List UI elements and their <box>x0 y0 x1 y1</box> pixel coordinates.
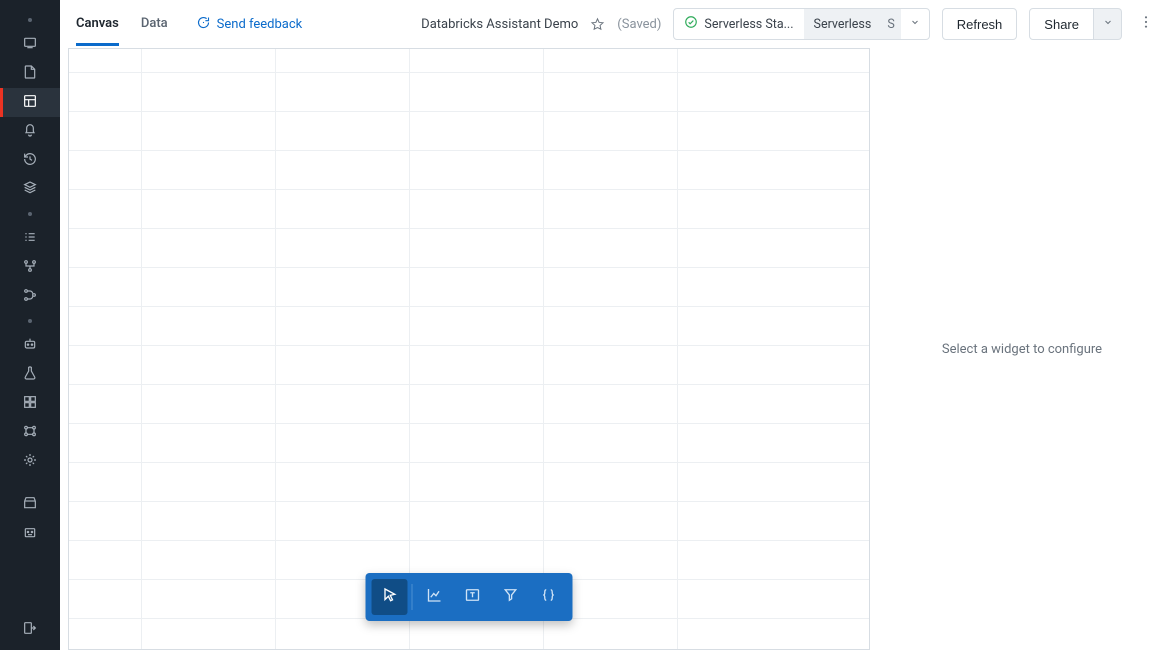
cursor-tool-button[interactable] <box>372 579 408 615</box>
filter-tool-button[interactable] <box>493 579 529 615</box>
send-feedback-label: Send feedback <box>217 17 303 32</box>
refresh-button[interactable]: Refresh <box>942 8 1018 40</box>
features-icon <box>22 423 38 443</box>
sidebar-item-serving[interactable] <box>0 447 60 476</box>
share-button[interactable]: Share <box>1029 8 1094 40</box>
widget-config-panel: Select a widget to configure <box>870 48 1174 650</box>
pipelines-icon <box>22 287 38 307</box>
logout-icon <box>22 620 38 640</box>
sidebar-item-models[interactable] <box>0 389 60 418</box>
param-tool-icon <box>540 586 558 608</box>
tab-canvas[interactable]: Canvas <box>76 2 119 46</box>
more-menu-button[interactable] <box>1134 14 1158 34</box>
kebab-icon <box>1138 14 1154 34</box>
dashboard-canvas[interactable] <box>68 48 870 650</box>
dashboard-icon <box>22 93 38 113</box>
sidebar-item-experiment[interactable] <box>0 360 60 389</box>
sidebar-item-partner[interactable] <box>0 519 60 548</box>
sidebar-item-repo[interactable] <box>0 59 60 88</box>
filter-tool-icon <box>502 586 520 608</box>
sidebar-item-workspace[interactable] <box>0 30 60 59</box>
sidebar-item-workflows[interactable] <box>0 253 60 282</box>
compute-status-label: Serverless Sta... <box>704 17 793 32</box>
saved-status: (Saved) <box>617 17 661 32</box>
sidebar-item-features[interactable] <box>0 418 60 447</box>
compute-dropdown-caret[interactable] <box>901 9 929 39</box>
sidebar-item-history[interactable] <box>0 146 60 175</box>
compute-size-badge: S <box>881 9 900 39</box>
workspace-icon <box>22 35 38 55</box>
marketplace-icon <box>22 495 38 515</box>
models-icon <box>22 394 38 414</box>
history-icon <box>22 151 38 171</box>
sidebar-separator <box>28 212 32 216</box>
text-tool-button[interactable] <box>455 579 491 615</box>
toolbar-divider <box>412 584 413 610</box>
tasks-icon <box>22 229 38 249</box>
workflows-icon <box>22 258 38 278</box>
check-circle-icon <box>684 15 698 33</box>
widget-toolbar <box>366 573 573 621</box>
catalog-icon <box>22 180 38 200</box>
sidebar-separator <box>28 18 32 22</box>
sidebar-item-marketplace[interactable] <box>0 490 60 519</box>
param-tool-button[interactable] <box>531 579 567 615</box>
page-title: Databricks Assistant Demo <box>421 17 578 32</box>
chat-icon <box>196 15 211 34</box>
compute-selector[interactable]: Serverless Sta... Serverless S <box>673 8 929 40</box>
chart-tool-button[interactable] <box>417 579 453 615</box>
sidebar-item-tasks[interactable] <box>0 224 60 253</box>
sidebar-item-pipelines[interactable] <box>0 282 60 311</box>
cursor-tool-icon <box>381 586 399 608</box>
chevron-down-icon <box>1102 16 1114 32</box>
sidebar-item-alerts[interactable] <box>0 117 60 146</box>
sidebar-item-catalog[interactable] <box>0 175 60 204</box>
top-bar: Canvas Data Send feedback Databricks Ass… <box>60 0 1174 48</box>
config-placeholder-text: Select a widget to configure <box>942 342 1102 357</box>
sidebar-item-logout[interactable] <box>0 615 60 644</box>
chevron-down-icon <box>909 16 921 32</box>
left-sidebar <box>0 0 60 650</box>
serving-icon <box>22 452 38 472</box>
robot-icon <box>22 336 38 356</box>
experiment-icon <box>22 365 38 385</box>
tab-data[interactable]: Data <box>141 2 168 46</box>
sidebar-item-robot[interactable] <box>0 331 60 360</box>
text-tool-icon <box>464 586 482 608</box>
alerts-icon <box>22 122 38 142</box>
chart-tool-icon <box>426 586 444 608</box>
star-icon[interactable] <box>590 17 605 32</box>
partner-icon <box>22 524 38 544</box>
tab-group: Canvas Data Send feedback <box>76 2 302 46</box>
sidebar-separator <box>28 319 32 323</box>
compute-runtime-label: Serverless <box>804 9 882 39</box>
repo-icon <box>22 64 38 84</box>
sidebar-item-dashboard[interactable] <box>0 88 60 117</box>
share-dropdown-button[interactable] <box>1094 8 1122 40</box>
send-feedback-link[interactable]: Send feedback <box>196 15 303 34</box>
